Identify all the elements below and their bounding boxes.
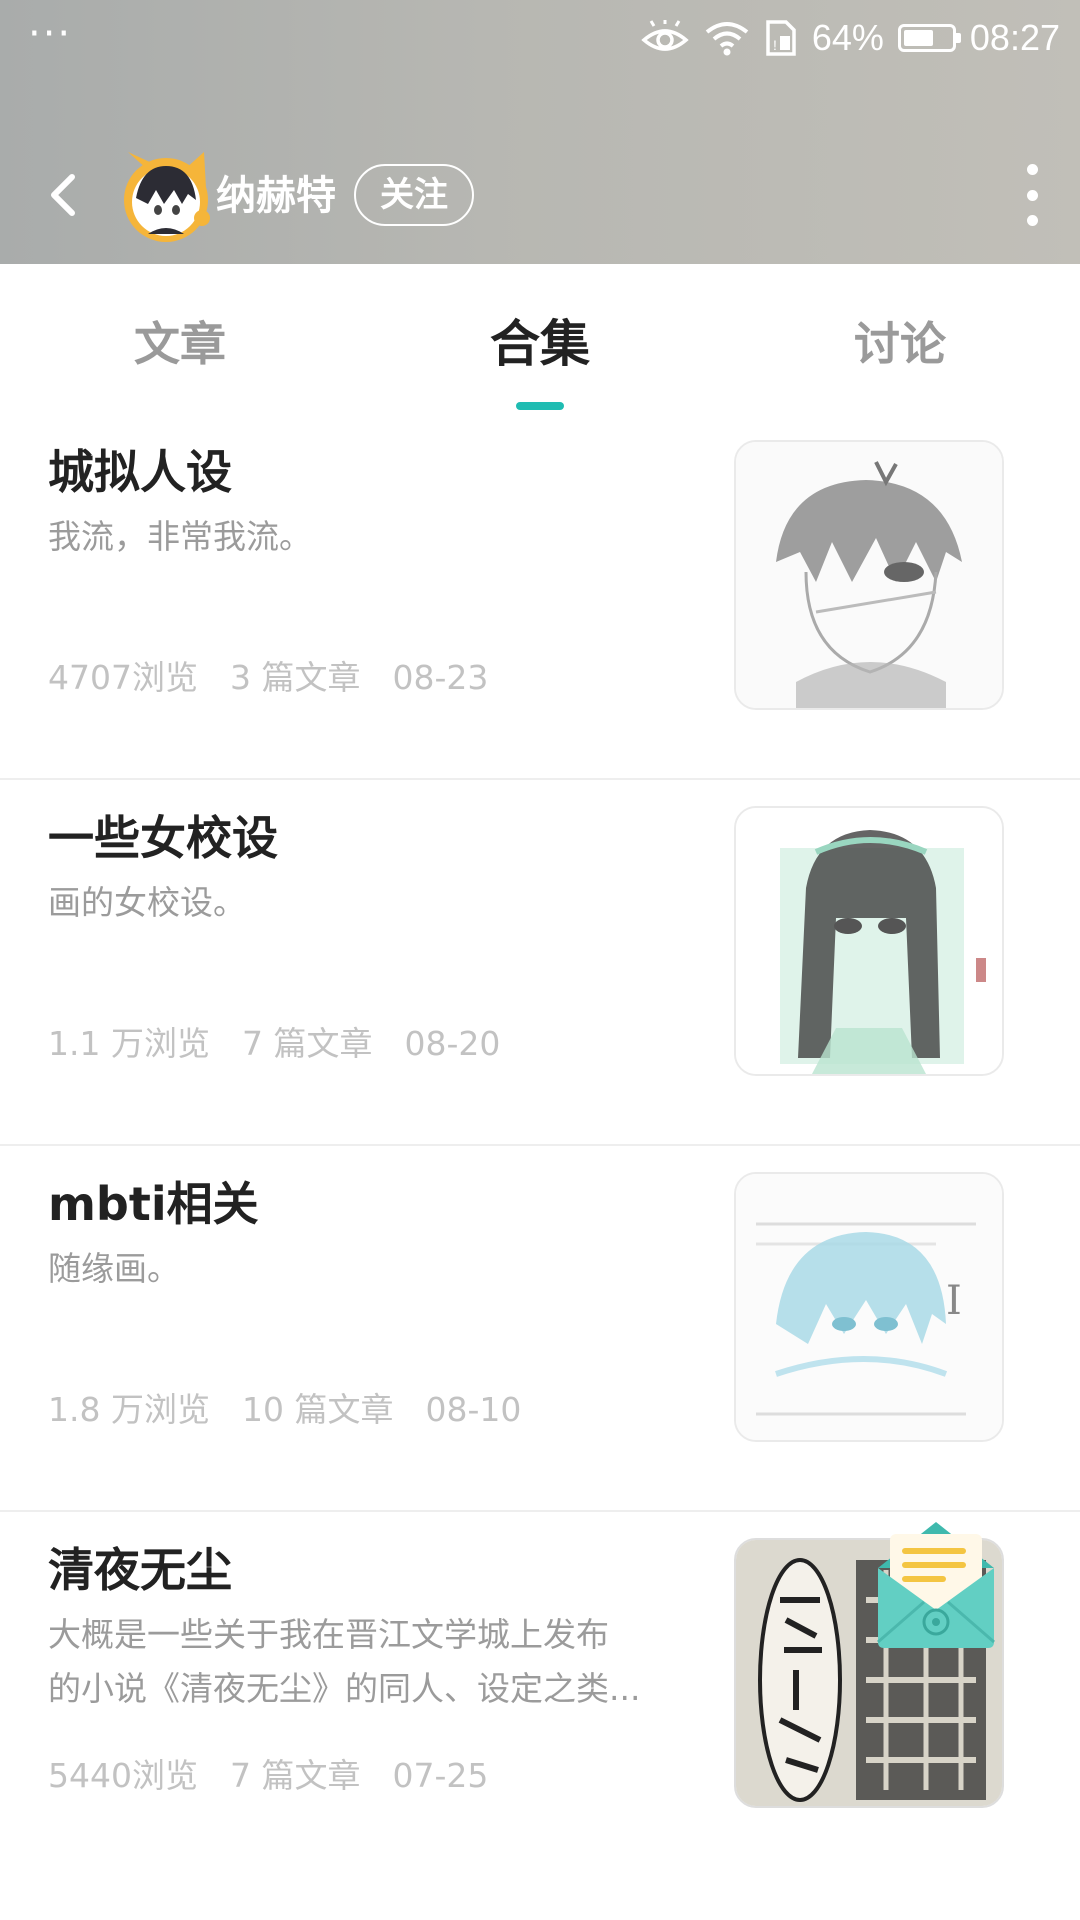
update-date: 08-10 [425,1390,522,1429]
article-count: 7 篇文章 [229,1756,361,1795]
tab-bar: 文章 合集 讨论 [0,264,1080,414]
more-dot [1026,164,1038,175]
back-arrow-icon [51,174,75,216]
view-count: 1.8 万浏览 [48,1390,210,1429]
collection-description: 大概是一些关于我在晋江文学城上发布 的小说《清夜无尘》的同人、设定之类... [48,1608,688,1716]
collection-cover-image [734,440,1004,710]
collection-meta: 5440浏览 7 篇文章 07-25 [48,1754,520,1798]
message-envelope-button[interactable] [872,1518,1000,1652]
more-dot [1026,189,1038,201]
more-dot [1026,215,1038,226]
envelope-icon [877,1522,995,1648]
tab-articles[interactable]: 文章 [80,312,280,376]
active-tab-indicator [516,402,564,410]
profile-nav-row: 纳赫特 关注 [0,140,1080,250]
description-line: 画的女校设。 [48,883,246,922]
article-count: 7 篇文章 [241,1024,373,1063]
collection-title: 一些女校设 [48,811,278,865]
tab-collections[interactable]: 合集 [440,312,640,376]
eye-comfort-icon [640,20,690,56]
description-line: 我流，非常我流。 [48,517,312,556]
collection-title: 清夜无尘 [48,1543,232,1597]
clock: 08:27 [969,17,1060,58]
tab-discussions[interactable]: 讨论 [800,312,1000,376]
description-line: 大概是一些关于我在晋江文学城上发布 [48,1615,609,1654]
collection-meta: 1.1 万浏览 7 篇文章 08-20 [48,1022,532,1066]
wifi-icon [704,20,750,56]
collection-meta: 1.8 万浏览 10 篇文章 08-10 [48,1388,553,1432]
avatar[interactable] [118,148,214,244]
back-button[interactable] [38,170,88,220]
article-count: 10 篇文章 [241,1390,394,1429]
battery-percent: 64% [811,17,884,58]
collection-cover-image: I [734,1172,1004,1442]
collection-cover-image [734,806,1004,1076]
collection-title: 城拟人设 [48,445,232,499]
collection-meta: 4707浏览 3 篇文章 08-23 [48,656,520,700]
update-date: 08-23 [392,658,489,697]
collection-item[interactable]: 城拟人设 我流，非常我流。 4707浏览 3 篇文章 08-23 [0,414,1080,780]
update-date: 07-25 [392,1756,489,1795]
view-count: 1.1 万浏览 [48,1024,210,1063]
profile-header: ··· ! 64% 08:27 纳赫特 关注 [0,0,1080,264]
svg-text:!: ! [773,37,777,53]
notification-dots: ··· [28,11,73,57]
article-count: 3 篇文章 [229,658,361,697]
description-line: 随缘画。 [48,1249,180,1288]
collection-description: 我流，非常我流。 [48,510,688,564]
status-icons: ! 64% 08:27 [640,14,1060,62]
view-count: 4707浏览 [48,658,198,697]
collection-item[interactable]: 一些女校设 画的女校设。 1.1 万浏览 7 篇文章 08-20 [0,780,1080,1146]
sim-icon: ! [764,18,798,58]
collection-description: 随缘画。 [48,1242,688,1296]
collection-description: 画的女校设。 [48,876,688,930]
username[interactable]: 纳赫特 [216,168,336,224]
more-options-button[interactable] [1012,164,1052,226]
status-bar: ··· ! 64% 08:27 [0,0,1080,76]
view-count: 5440浏览 [48,1756,198,1795]
description-line: 的小说《清夜无尘》的同人、设定之类... [48,1669,641,1708]
update-date: 08-20 [404,1024,501,1063]
collection-item[interactable]: mbti相关 随缘画。 1.8 万浏览 10 篇文章 08-10 I [0,1146,1080,1512]
collection-title: mbti相关 [48,1177,259,1231]
battery-icon [897,24,961,52]
follow-button[interactable]: 关注 [354,164,474,226]
svg-text:I: I [946,1278,962,1324]
